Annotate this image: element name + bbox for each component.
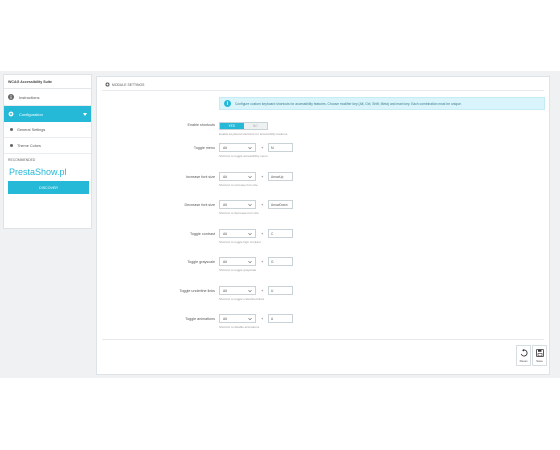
save-button[interactable]: Save bbox=[532, 345, 547, 366]
toggle-yes[interactable]: YES bbox=[220, 123, 244, 129]
undo-icon bbox=[520, 348, 527, 356]
bullet-icon bbox=[10, 128, 13, 131]
shortcut-label: Toggle animations bbox=[185, 317, 215, 321]
modifier-select[interactable]: Alt bbox=[219, 172, 256, 181]
select-value: Alt bbox=[223, 202, 227, 207]
save-label: Save bbox=[536, 358, 543, 363]
chevron-down-icon bbox=[248, 204, 252, 207]
shortcut-help: Shortcut to toggle grayscale bbox=[219, 268, 257, 272]
panel-heading-text: MODULE SETTINGS bbox=[112, 82, 145, 87]
sidebar-item-label: Instructions bbox=[19, 94, 40, 100]
plus-sign: + bbox=[261, 316, 264, 321]
modifier-select[interactable]: Alt bbox=[219, 286, 256, 295]
plus-sign: + bbox=[261, 259, 264, 264]
info-icon bbox=[8, 94, 14, 100]
shortcut-help: Shortcut to toggle high contrast bbox=[219, 240, 261, 244]
key-input[interactable]: ArrowDown bbox=[268, 200, 293, 209]
select-value: Alt bbox=[223, 259, 227, 264]
reset-label: Reset bbox=[519, 358, 528, 363]
modifier-select[interactable]: Alt bbox=[219, 229, 256, 238]
key-input[interactable]: U bbox=[268, 286, 293, 295]
sidebar-item-configuration[interactable]: Configuration bbox=[4, 106, 91, 122]
reset-button[interactable]: Reset bbox=[516, 345, 531, 366]
module-title: WCAG Accessibility Suite bbox=[4, 75, 91, 89]
key-input[interactable]: A bbox=[268, 314, 293, 323]
shortcut-label: Toggle grayscale bbox=[187, 260, 215, 264]
key-input[interactable]: ArrowUp bbox=[268, 172, 293, 181]
chevron-down-icon bbox=[248, 318, 252, 321]
chevron-down-icon bbox=[248, 176, 252, 179]
enable-shortcuts-label: Enable shortcuts bbox=[187, 123, 215, 127]
sidebar-subitem-label: Theme Colors bbox=[17, 143, 41, 148]
shortcut-help: Shortcut to disable animations bbox=[219, 325, 260, 329]
info-icon: i bbox=[224, 100, 231, 107]
discover-button[interactable]: DISCOVER bbox=[8, 181, 89, 194]
sidebar-subitem-label: General Settings bbox=[17, 127, 46, 132]
chevron-down-icon bbox=[248, 147, 252, 150]
recommended-box: RECOMMENDED PrestaShow.pl DISCOVER bbox=[4, 154, 91, 198]
prestashow-logo[interactable]: PrestaShow.pl bbox=[9, 167, 87, 177]
heading-divider bbox=[102, 90, 544, 91]
plus-sign: + bbox=[261, 174, 264, 179]
sidebar-item-label: Configuration bbox=[19, 111, 43, 117]
modifier-select[interactable]: Alt bbox=[219, 314, 256, 323]
plus-sign: + bbox=[261, 202, 264, 207]
sidebar: WCAG Accessibility Suite Instructions Co… bbox=[3, 74, 163, 229]
info-alert: i Configure custom keyboard shortcuts fo… bbox=[219, 97, 545, 110]
cogs-icon bbox=[105, 82, 110, 87]
plus-sign: + bbox=[261, 231, 264, 236]
enable-shortcuts-help: Enable keyboard shortcuts for accessibil… bbox=[219, 132, 288, 136]
panel-heading: MODULE SETTINGS bbox=[105, 82, 144, 87]
shortcut-label: Decrease font size bbox=[184, 203, 215, 207]
floppy-disk-icon bbox=[535, 348, 544, 357]
bullet-icon bbox=[10, 144, 13, 147]
shortcut-label: Increase font size bbox=[186, 175, 215, 179]
sidebar-subitem-general-settings[interactable]: General Settings bbox=[4, 122, 91, 138]
shortcut-label: Toggle contrast bbox=[189, 232, 215, 236]
select-value: Alt bbox=[223, 316, 227, 321]
enable-shortcuts-toggle[interactable]: YES NO bbox=[219, 122, 268, 130]
modifier-select[interactable]: Alt bbox=[219, 257, 256, 266]
gears-icon bbox=[8, 111, 14, 117]
select-value: Alt bbox=[223, 231, 227, 236]
plus-sign: + bbox=[261, 288, 264, 293]
recommended-label: RECOMMENDED bbox=[8, 158, 36, 162]
chevron-down-icon bbox=[248, 261, 252, 264]
modifier-select[interactable]: Alt bbox=[219, 143, 256, 152]
alert-text: Configure custom keyboard shortcuts for … bbox=[235, 101, 462, 106]
modifier-select[interactable]: Alt bbox=[219, 200, 256, 209]
footer-divider bbox=[102, 339, 544, 340]
shortcut-help: Shortcut to toggle accessibility menu bbox=[219, 154, 268, 158]
key-input[interactable]: C bbox=[268, 229, 293, 238]
chevron-down-icon bbox=[248, 290, 252, 293]
select-value: Alt bbox=[223, 174, 227, 179]
toggle-no[interactable]: NO bbox=[243, 123, 267, 129]
select-value: Alt bbox=[223, 288, 227, 293]
shortcut-help: Shortcut to increase font size bbox=[219, 183, 258, 187]
shortcut-label: Toggle underline links bbox=[179, 289, 215, 293]
module-settings-panel: MODULE SETTINGS i Configure custom keybo… bbox=[96, 76, 550, 375]
sidebar-subitem-theme-colors[interactable]: Theme Colors bbox=[4, 138, 91, 154]
shortcut-label: Toggle menu bbox=[193, 146, 215, 150]
shortcut-help: Shortcut to toggle underlined links bbox=[219, 297, 265, 301]
shortcut-help: Shortcut to decrease font size bbox=[219, 211, 259, 215]
chevron-down-icon bbox=[248, 233, 252, 236]
select-value: Alt bbox=[223, 145, 227, 150]
caret-down-icon bbox=[83, 112, 87, 117]
sidebar-item-instructions[interactable]: Instructions bbox=[4, 89, 91, 106]
key-input[interactable]: M bbox=[268, 143, 293, 152]
plus-sign: + bbox=[261, 145, 264, 150]
key-input[interactable]: G bbox=[268, 257, 293, 266]
